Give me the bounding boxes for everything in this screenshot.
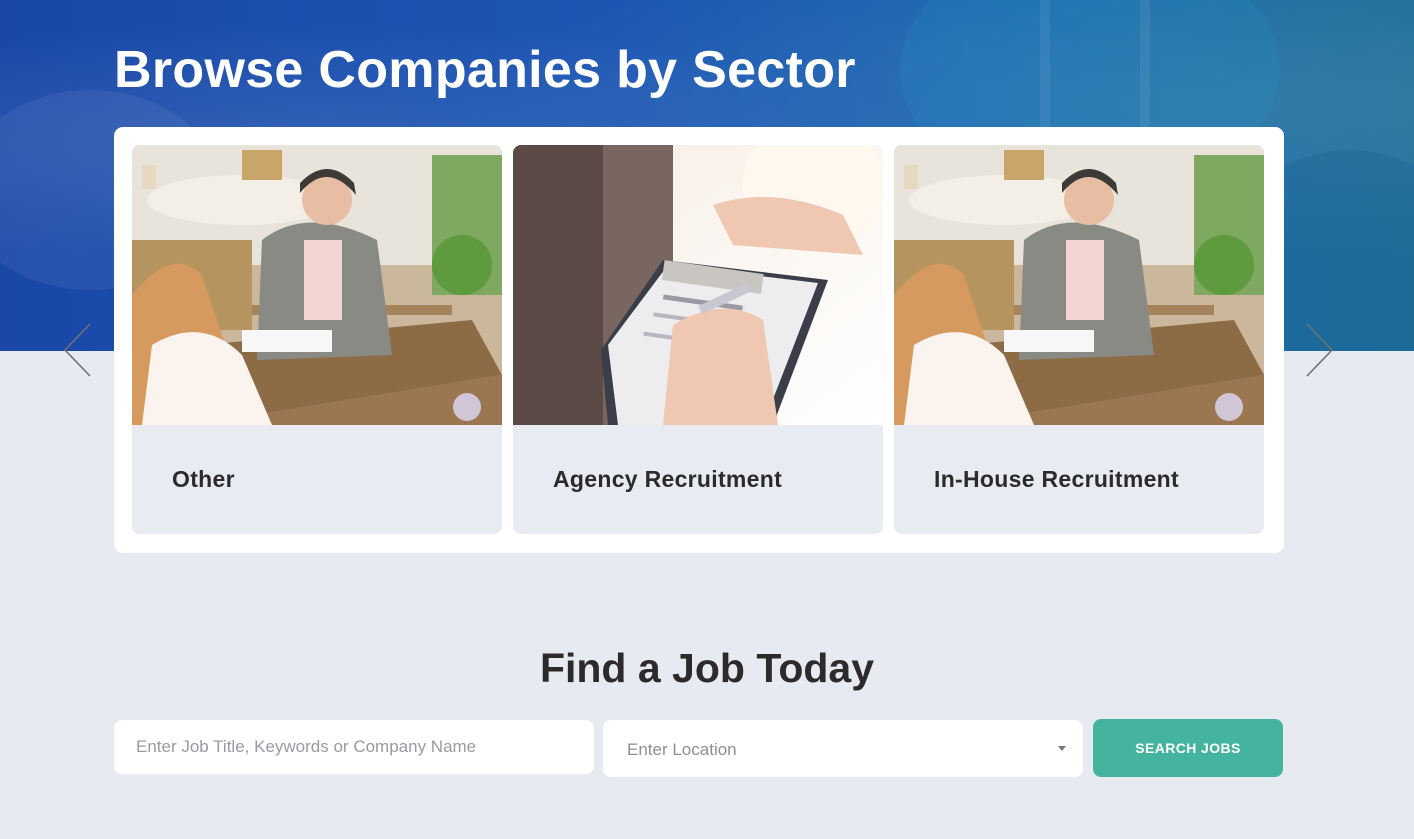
sector-card-label: Agency Recruitment bbox=[553, 466, 783, 492]
location-select[interactable]: Enter Location bbox=[603, 720, 1083, 777]
page-title: Browse Companies by Sector bbox=[114, 41, 856, 99]
sector-card-other[interactable]: Other bbox=[132, 145, 502, 534]
sector-card-label: Other bbox=[172, 466, 235, 492]
sector-card-agency-recruitment[interactable]: Agency Recruitment bbox=[513, 145, 883, 534]
sector-card-label: In-House Recruitment bbox=[934, 466, 1179, 492]
search-jobs-button[interactable]: SEARCH JOBS bbox=[1093, 719, 1283, 777]
chevron-left-icon bbox=[63, 323, 91, 377]
sector-carousel: Other Agency Recruitment In-House Recrui… bbox=[114, 127, 1284, 553]
chevron-down-icon bbox=[1058, 746, 1066, 751]
sector-card-in-house-recruitment[interactable]: In-House Recruitment bbox=[894, 145, 1264, 534]
carousel-prev-button[interactable] bbox=[63, 322, 93, 378]
interview-photo bbox=[894, 145, 1264, 425]
job-search-title: Find a Job Today bbox=[539, 645, 875, 691]
interview-photo bbox=[132, 145, 502, 425]
keyword-search-input[interactable] bbox=[114, 720, 594, 774]
chevron-right-icon bbox=[1306, 323, 1334, 377]
resume-clipboard-photo bbox=[513, 145, 883, 425]
location-select-value: Enter Location bbox=[627, 740, 737, 759]
carousel-next-button[interactable] bbox=[1304, 322, 1334, 378]
